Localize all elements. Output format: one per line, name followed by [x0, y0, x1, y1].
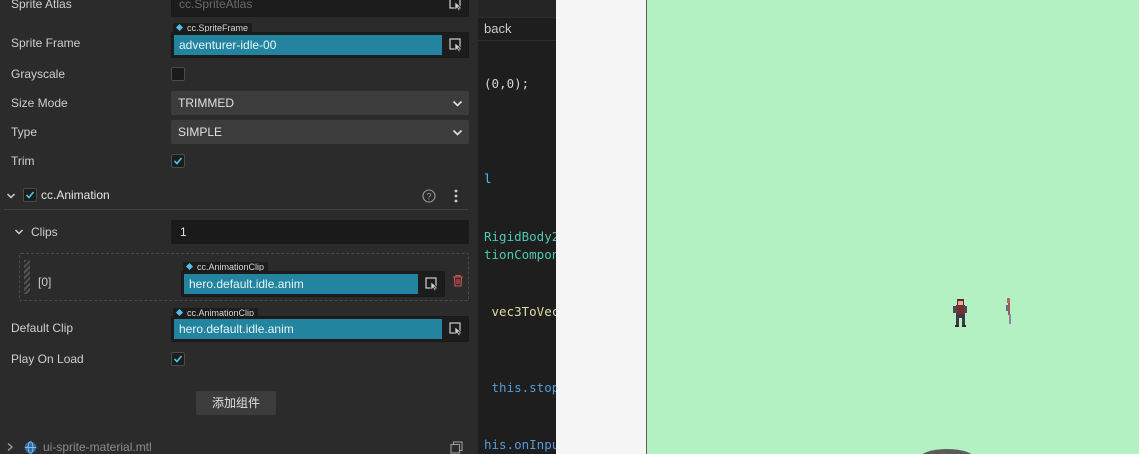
sprite-frame-picker-icon[interactable]: [444, 33, 468, 57]
chevron-right-icon[interactable]: [6, 442, 14, 452]
editor-tab[interactable]: back: [478, 17, 556, 41]
more-options-icon[interactable]: [452, 188, 460, 204]
size-mode-row: Size Mode TRIMMED: [0, 90, 478, 116]
code-line: (0,0);: [484, 76, 530, 91]
clips-row: Clips 1: [0, 219, 478, 245]
section-divider: [4, 209, 468, 210]
secondary-sprite[interactable]: [1004, 296, 1014, 330]
type-row: Type SIMPLE: [0, 119, 478, 145]
chevron-down-icon[interactable]: [6, 191, 16, 201]
sprite-frame-label: Sprite Frame: [11, 36, 81, 50]
editor-tab-strip: [478, 0, 556, 17]
check-icon: [173, 157, 183, 165]
trim-row: Trim: [0, 148, 478, 172]
trim-label: Trim: [11, 154, 35, 168]
play-on-load-checkbox[interactable]: [171, 352, 185, 366]
clip-item-0: [0] cc.AnimationClip hero.default.idle.a…: [19, 253, 469, 301]
sprite-atlas-label: Sprite Atlas: [11, 0, 72, 11]
svg-text:?: ?: [426, 192, 431, 202]
code-line: RigidBody2: [484, 229, 556, 244]
animation-enabled-checkbox[interactable]: [23, 188, 37, 202]
scene-gizmo[interactable]: [919, 449, 975, 454]
clips-count-input[interactable]: 1: [171, 220, 469, 244]
clip-index: [0]: [38, 275, 52, 289]
asset-type-icon: [175, 308, 184, 317]
asset-type-icon: [175, 23, 184, 32]
size-mode-select[interactable]: TRIMMED: [171, 91, 469, 115]
add-component-button[interactable]: 添加组件: [196, 391, 276, 415]
clip-0-value: hero.default.idle.anim: [184, 274, 418, 294]
code-line: his.onInpu: [484, 437, 556, 452]
material-row[interactable]: ui-sprite-material.mtl: [0, 437, 478, 454]
scene-margin: [556, 0, 646, 454]
sprite-frame-row: Sprite Frame cc.SpriteFrame adventurer-i…: [0, 22, 478, 62]
help-icon[interactable]: ?: [422, 189, 436, 203]
check-icon: [25, 191, 35, 199]
drag-handle[interactable]: [24, 260, 30, 294]
scene-view[interactable]: [646, 0, 1139, 454]
material-name: ui-sprite-material.mtl: [43, 440, 152, 454]
code-line: l: [484, 171, 492, 186]
chevron-down-icon[interactable]: [14, 227, 24, 237]
trash-icon[interactable]: [452, 274, 464, 287]
animation-component-title: cc.Animation: [41, 188, 110, 202]
code-line: this.stop: [484, 380, 556, 395]
grayscale-label: Grayscale: [11, 67, 66, 81]
clip-0-field[interactable]: hero.default.idle.anim: [181, 271, 445, 297]
sprite-atlas-field[interactable]: cc.SpriteAtlas: [171, 0, 469, 17]
chevron-down-icon: [452, 100, 463, 107]
play-on-load-label: Play On Load: [11, 352, 84, 366]
hero-sprite[interactable]: [950, 296, 970, 330]
default-clip-value: hero.default.idle.anim: [174, 319, 442, 339]
sprite-atlas-value: cc.SpriteAtlas: [179, 0, 253, 11]
code-line: vec3ToVec: [484, 304, 556, 319]
clip-0-picker-icon[interactable]: [420, 272, 444, 296]
animation-component-header[interactable]: cc.Animation ?: [0, 183, 478, 209]
default-clip-label: Default Clip: [11, 321, 74, 335]
copy-icon[interactable]: [450, 441, 463, 454]
asset-type-icon: [185, 262, 194, 271]
material-globe-icon: [24, 441, 37, 454]
inspector-panel: Sprite Atlas cc.SpriteAtlas Sprite Frame…: [0, 0, 478, 454]
sprite-frame-value: adventurer-idle-00: [174, 35, 442, 55]
chevron-down-icon: [452, 129, 463, 136]
type-label: Type: [11, 125, 38, 139]
sprite-atlas-row: Sprite Atlas cc.SpriteAtlas: [0, 0, 478, 20]
code-line: tionCompon: [484, 247, 556, 262]
type-select[interactable]: SIMPLE: [171, 120, 469, 144]
size-mode-value: TRIMMED: [178, 96, 234, 110]
trim-checkbox[interactable]: [171, 154, 185, 168]
grayscale-checkbox[interactable]: [171, 67, 185, 81]
default-clip-picker-icon[interactable]: [444, 317, 468, 341]
code-editor[interactable]: back (0,0); l RigidBody2 tionCompon vec3…: [478, 0, 556, 454]
sprite-frame-field[interactable]: adventurer-idle-00: [171, 32, 469, 58]
sprite-atlas-picker-icon[interactable]: [444, 0, 468, 16]
clips-label: Clips: [31, 225, 58, 239]
play-on-load-row: Play On Load: [0, 346, 478, 370]
default-clip-field[interactable]: hero.default.idle.anim: [171, 316, 469, 342]
size-mode-label: Size Mode: [11, 96, 68, 110]
check-icon: [173, 355, 183, 363]
type-value: SIMPLE: [178, 125, 223, 139]
default-clip-row: Default Clip cc.AnimationClip hero.defau…: [0, 305, 478, 345]
grayscale-row: Grayscale: [0, 62, 478, 86]
